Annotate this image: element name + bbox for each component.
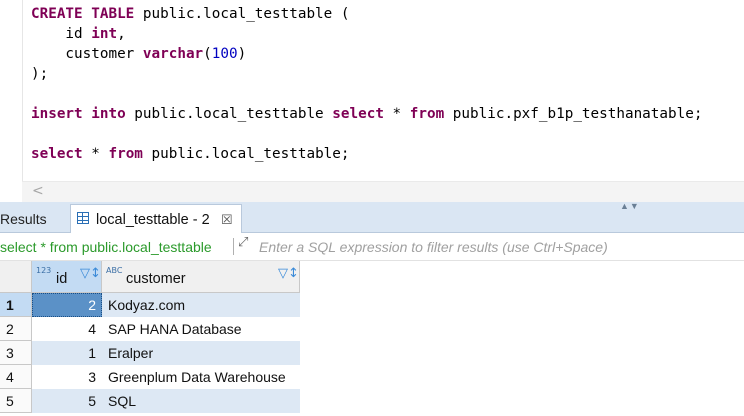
table-row[interactable]: 3 1 Eralper [0, 341, 300, 365]
sql-keyword: from [409, 106, 445, 122]
cell-id[interactable]: 3 [32, 365, 102, 389]
sql-text: ) [31, 66, 40, 82]
cell-customer[interactable]: SAP HANA Database [102, 317, 300, 341]
cell-customer[interactable]: Kodyaz.com [102, 293, 300, 317]
sql-text: id [31, 26, 92, 42]
sql-editor[interactable]: CREATE TABLE public.local_testtable ( id… [0, 0, 744, 181]
sql-text: public.local_testtable [125, 106, 333, 122]
cell-customer[interactable]: Eralper [102, 341, 300, 365]
sql-keyword: CREATE TABLE [31, 6, 135, 22]
tab-results[interactable]: Results [0, 202, 47, 232]
grid-corner[interactable] [0, 261, 32, 293]
filter-sort-icon[interactable]: ▽↕ [278, 266, 299, 281]
sql-keyword: from [108, 146, 143, 162]
code-line[interactable]: id int, [31, 24, 126, 44]
cell-id[interactable]: 2 [32, 293, 102, 317]
sql-text: ; [39, 66, 49, 82]
code-line[interactable]: customer varchar(100) [31, 44, 246, 64]
editor-horizontal-scrollbar[interactable]: < [22, 181, 744, 202]
sql-text: * [82, 146, 109, 162]
close-icon[interactable]: ☒ [221, 205, 233, 235]
sql-keyword: select [31, 146, 83, 162]
cell-customer[interactable]: SQL [102, 389, 300, 413]
cell-id[interactable]: 5 [32, 389, 102, 413]
row-number[interactable]: 3 [0, 341, 32, 365]
code-line[interactable]: ); [31, 64, 48, 84]
table-row[interactable]: 1 2 Kodyaz.com [0, 293, 300, 317]
sql-text: public.local_testtable ( [134, 6, 350, 22]
cell-customer[interactable]: Greenplum Data Warehouse [102, 365, 300, 389]
numeric-type-icon: 123 [36, 266, 52, 275]
sql-text: , [117, 26, 126, 42]
sql-text: * [383, 106, 410, 122]
column-header-customer[interactable]: ABC customer ▽↕ [102, 261, 300, 293]
sql-text: ( [203, 46, 212, 62]
sql-text: customer [31, 46, 143, 62]
editor-gutter [0, 0, 23, 181]
filter-divider [233, 238, 234, 255]
scroll-left-icon[interactable]: < [32, 183, 44, 199]
expand-filter-icon[interactable]: ⤢ [238, 235, 248, 250]
sql-text: public.pxf_b1p_testhanatable; [444, 106, 703, 122]
grid-header-row: 123 id ▽↕ ABC customer ▽↕ [0, 261, 744, 293]
table-row[interactable]: 5 5 SQL [0, 389, 300, 413]
sql-text: ) [237, 46, 247, 62]
results-tab-bar: Results local_testtable - 2 ☒ ▲▼ [0, 201, 744, 233]
table-row[interactable]: 4 3 Greenplum Data Warehouse [0, 365, 300, 389]
table-grid-icon [77, 212, 89, 224]
results-grid: 123 id ▽↕ ABC customer ▽↕ 1 2 Kodyaz.com 2 4… [0, 261, 744, 416]
row-number[interactable]: 1 [0, 293, 32, 317]
sql-keyword: select [332, 106, 384, 122]
cell-id[interactable]: 1 [32, 341, 102, 365]
code-line[interactable]: insert into public.local_testtable selec… [31, 104, 702, 124]
tab-local-testtable[interactable]: local_testtable - 2 ☒ [70, 204, 242, 233]
sql-keyword: varchar [142, 46, 204, 62]
code-line[interactable]: CREATE TABLE public.local_testtable ( [31, 4, 349, 24]
sql-keyword: insert into [31, 106, 126, 122]
cell-id[interactable]: 4 [32, 317, 102, 341]
sql-number: 100 [211, 46, 238, 62]
column-name: id [56, 271, 68, 287]
row-number[interactable]: 5 [0, 389, 32, 413]
sql-keyword: int [91, 26, 118, 42]
table-row[interactable]: 2 4 SAP HANA Database [0, 317, 300, 341]
column-header-id[interactable]: 123 id ▽↕ [32, 261, 102, 293]
tab-label: local_testtable - 2 [96, 212, 210, 228]
sql-text: public.local_testtable; [142, 146, 350, 162]
source-query-label: select * from public.local_testtable [0, 239, 212, 255]
row-number[interactable]: 2 [0, 317, 32, 341]
column-name: customer [126, 271, 186, 287]
filter-sort-icon[interactable]: ▽↕ [80, 266, 101, 281]
filter-expression-input[interactable] [259, 237, 729, 257]
row-number[interactable]: 4 [0, 365, 32, 389]
collapse-panel-icon[interactable]: ▲▼ [620, 201, 640, 211]
text-type-icon: ABC [106, 266, 123, 275]
filter-bar: select * from public.local_testtable ⤢ [0, 233, 744, 261]
code-line[interactable]: select * from public.local_testtable; [31, 144, 350, 164]
